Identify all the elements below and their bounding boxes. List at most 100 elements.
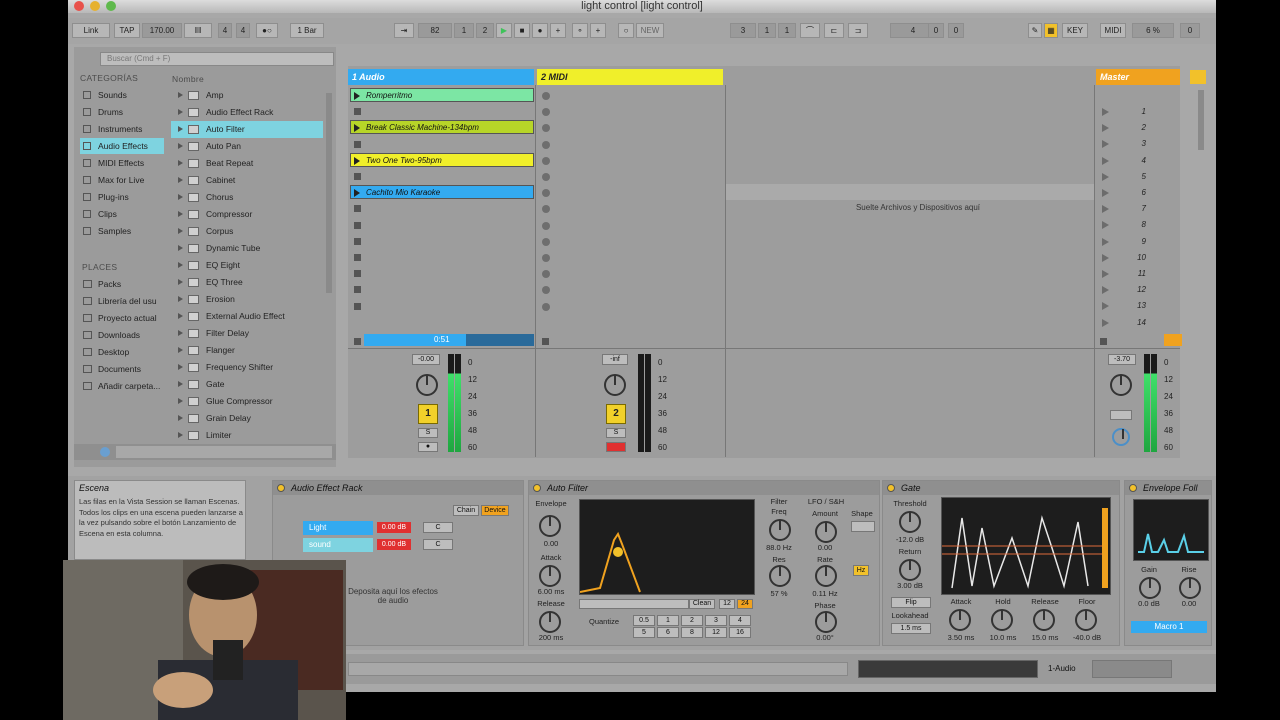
add-icon[interactable]: + bbox=[590, 23, 606, 38]
place-item[interactable]: Packs bbox=[80, 276, 164, 292]
category-plug-ins[interactable]: Plug-ins bbox=[80, 189, 164, 205]
stop-icon[interactable]: ■ bbox=[514, 23, 530, 38]
af-rate-knob[interactable] bbox=[815, 565, 837, 587]
quantize-8-button[interactable]: 8 bbox=[681, 627, 703, 638]
position-beat[interactable]: 1 bbox=[454, 23, 474, 38]
track-1-arm-button[interactable]: ● bbox=[418, 442, 438, 452]
envfollow-gain-knob[interactable] bbox=[1139, 577, 1161, 599]
expand-triangle-icon[interactable] bbox=[178, 211, 183, 217]
session-scrollbar[interactable] bbox=[1198, 90, 1204, 150]
slope-24-button[interactable]: 24 bbox=[737, 599, 753, 609]
chain-pan[interactable]: C bbox=[423, 539, 453, 550]
clip-slot[interactable]: Break Classic Machine-134bpm bbox=[350, 120, 534, 135]
record-icon[interactable]: ● bbox=[532, 23, 548, 38]
midi-map-button[interactable]: MIDI bbox=[1100, 23, 1126, 38]
track-1-activator[interactable]: 1 bbox=[418, 404, 438, 424]
track-2-solo-button[interactable]: S bbox=[606, 428, 626, 438]
scene-launch-12[interactable]: 12 bbox=[1098, 282, 1158, 298]
sig-denominator[interactable]: 4 bbox=[236, 23, 250, 38]
expand-triangle-icon[interactable] bbox=[178, 432, 183, 438]
category-midi-effects[interactable]: MIDI Effects bbox=[80, 155, 164, 171]
rack-chain-light[interactable]: Light bbox=[303, 521, 373, 535]
gate-hold-knob[interactable] bbox=[991, 609, 1013, 631]
expand-triangle-icon[interactable] bbox=[178, 177, 183, 183]
track-1-pan-knob[interactable] bbox=[416, 374, 438, 396]
track-2-volume-field[interactable]: -inf bbox=[602, 354, 628, 365]
scene-launch-7[interactable]: 7 bbox=[1098, 201, 1158, 217]
clip-slot[interactable]: Two One Two-95bpm bbox=[350, 152, 534, 167]
lfo-shape-menu[interactable] bbox=[851, 521, 875, 532]
chain-pan[interactable]: C bbox=[423, 522, 453, 533]
browser-item[interactable]: Amp bbox=[171, 87, 323, 104]
af-freq-knob[interactable] bbox=[769, 519, 791, 541]
tempo-field[interactable]: 170.00 bbox=[142, 23, 182, 38]
quantize-0.5-button[interactable]: 0.5 bbox=[633, 615, 655, 626]
expand-triangle-icon[interactable] bbox=[178, 279, 183, 285]
play-icon[interactable]: ▶ bbox=[496, 23, 512, 38]
track-1-slot-stop-icon[interactable] bbox=[354, 254, 361, 261]
track-1-slot-stop-icon[interactable] bbox=[354, 286, 361, 294]
quantize-menu[interactable]: 1 Bar bbox=[290, 23, 324, 38]
cue-volume-knob[interactable] bbox=[1112, 428, 1130, 446]
track-1-slot-stop-icon[interactable] bbox=[354, 108, 361, 116]
category-audio-effects[interactable]: Audio Effects bbox=[80, 138, 164, 154]
track-2-pan-knob[interactable] bbox=[604, 374, 626, 396]
track-1-slot-stop-icon[interactable] bbox=[354, 237, 361, 245]
minimize-window-icon[interactable] bbox=[90, 1, 100, 11]
browser-item[interactable]: Flanger bbox=[171, 342, 323, 359]
expand-triangle-icon[interactable] bbox=[178, 194, 183, 200]
category-samples[interactable]: Samples bbox=[80, 223, 164, 239]
expand-triangle-icon[interactable] bbox=[178, 415, 183, 421]
browser-item[interactable]: EQ Three bbox=[171, 274, 323, 291]
key-map-button[interactable]: KEY bbox=[1062, 23, 1088, 38]
gate-lookahead-menu[interactable]: 1.5 ms bbox=[891, 623, 931, 634]
expand-triangle-icon[interactable] bbox=[178, 262, 183, 268]
category-sounds[interactable]: Sounds bbox=[80, 87, 164, 103]
browser-item[interactable]: Filter Delay bbox=[171, 325, 323, 342]
track-2-slot-record-icon[interactable] bbox=[542, 189, 550, 198]
scene-launch-13[interactable]: 13 bbox=[1098, 298, 1158, 314]
mini-track-overview[interactable] bbox=[1092, 660, 1172, 678]
overview-strip[interactable] bbox=[858, 660, 1038, 678]
scene-launch-11[interactable]: 11 bbox=[1098, 266, 1158, 282]
place-item[interactable]: Downloads bbox=[80, 327, 164, 343]
af-amount-knob[interactable] bbox=[815, 521, 837, 543]
gate-threshold-knob[interactable] bbox=[899, 511, 921, 533]
browser-item[interactable]: Limiter bbox=[171, 427, 323, 444]
track-2-header[interactable]: 2 MIDI bbox=[537, 69, 723, 85]
new-button[interactable]: NEW bbox=[636, 23, 664, 38]
loop-length-beat[interactable]: 0 bbox=[928, 23, 944, 38]
browser-item[interactable]: Compressor bbox=[171, 206, 323, 223]
scene-launch-14[interactable]: 14 bbox=[1098, 315, 1158, 331]
browser-item[interactable]: Beat Repeat bbox=[171, 155, 323, 172]
expand-triangle-icon[interactable] bbox=[178, 347, 183, 353]
browser-item[interactable]: Dynamic Tube bbox=[171, 240, 323, 257]
clip-slot[interactable]: Cachito Mio Karaoke bbox=[350, 185, 534, 200]
overdub-icon[interactable]: + bbox=[550, 23, 566, 38]
loop-switch-icon[interactable]: ⌒ bbox=[800, 23, 820, 38]
gate-header[interactable]: Gate bbox=[883, 481, 1119, 495]
sig-numerator[interactable]: 4 bbox=[218, 23, 232, 38]
track-1-solo-button[interactable]: S bbox=[418, 428, 438, 438]
master-track-header[interactable]: Master bbox=[1096, 69, 1180, 85]
expand-triangle-icon[interactable] bbox=[178, 92, 183, 98]
loop-start-beat[interactable]: 1 bbox=[758, 23, 776, 38]
position-sixteenth[interactable]: 2 bbox=[476, 23, 494, 38]
browser-item[interactable]: Gate bbox=[171, 376, 323, 393]
quantize-5-button[interactable]: 5 bbox=[633, 627, 655, 638]
automation-arm-icon[interactable]: ⚬ bbox=[572, 23, 588, 38]
expand-triangle-icon[interactable] bbox=[178, 160, 183, 166]
af-attack-knob[interactable] bbox=[539, 565, 561, 587]
expand-triangle-icon[interactable] bbox=[178, 313, 183, 319]
track-2-stop-icon[interactable] bbox=[542, 338, 549, 345]
session-record-icon[interactable]: ○ bbox=[618, 23, 634, 38]
browser-item[interactable]: Erosion bbox=[171, 291, 323, 308]
filter-type-selector[interactable] bbox=[579, 599, 689, 609]
quantize-2-button[interactable]: 2 bbox=[681, 615, 703, 626]
scene-launch-3[interactable]: 3 bbox=[1098, 136, 1158, 152]
punch-in-icon[interactable]: ⊏ bbox=[824, 23, 844, 38]
track-1-slot-stop-icon[interactable] bbox=[354, 205, 361, 213]
quantize-1-button[interactable]: 1 bbox=[657, 615, 679, 626]
scene-launch-9[interactable]: 9 bbox=[1098, 234, 1158, 250]
place-item[interactable]: Librería del usu bbox=[80, 293, 164, 309]
